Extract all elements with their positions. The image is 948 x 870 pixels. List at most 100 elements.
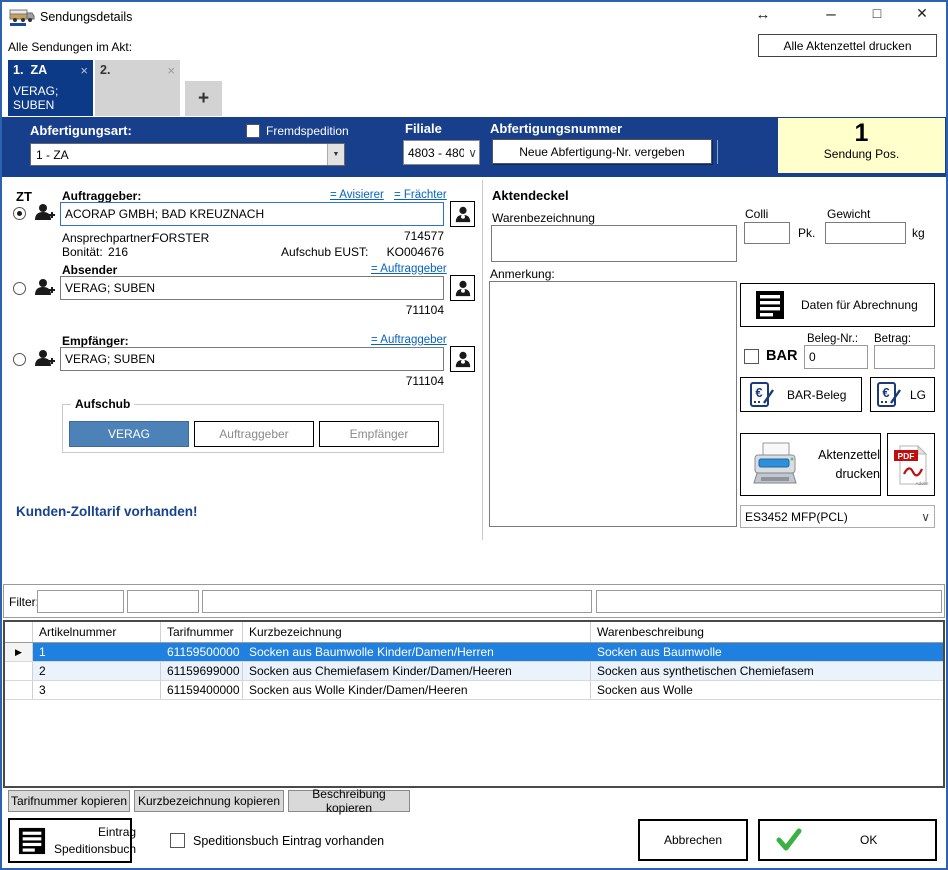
absender-label: Absender [62, 263, 117, 277]
tarifnummer-kopieren-button[interactable]: Tarifnummer kopieren [8, 790, 130, 812]
window-title: Sendungsdetails [40, 10, 132, 24]
filter-kurzbezeichnung-input[interactable] [202, 590, 592, 613]
daten-abrechnung-button[interactable]: Daten für Abrechnung [740, 283, 935, 327]
tab1-name-line1: VERAG; [13, 84, 88, 98]
colli-label: Colli [745, 207, 768, 221]
bar-checkbox[interactable] [744, 349, 759, 364]
colli-input[interactable] [744, 222, 790, 244]
tab-shipment-2[interactable]: 2. × [95, 60, 180, 116]
filter-bar: Filter: [3, 584, 945, 618]
sendungsdetails-window: Sendungsdetails ↔ – □ ✕ Alle Sendungen i… [0, 0, 948, 870]
aktenzettel-drucken-button[interactable]: Aktenzettel drucken [740, 433, 881, 496]
check-icon [776, 828, 802, 852]
eintrag-speditionsbuch-button[interactable]: Eintrag Speditionsbuch [8, 818, 132, 863]
header-kurzbezeichnung[interactable]: Kurzbezeichnung [243, 622, 591, 642]
minimize-button[interactable]: – [820, 4, 842, 24]
gewicht-input[interactable] [825, 222, 906, 244]
add-shipment-tab-button[interactable]: + [185, 81, 222, 116]
add-contact-icon[interactable] [33, 347, 57, 371]
svg-text:€: € [755, 385, 762, 400]
abfertigungsart-select[interactable]: 1 - ZA ▼ [30, 143, 345, 166]
betrag-label: Betrag: [874, 333, 911, 345]
fraechter-link[interactable]: = Frächter [394, 189, 447, 201]
filter-warenbeschreibung-input[interactable] [596, 590, 942, 613]
empfaenger-label: Empfänger: [62, 334, 129, 348]
filiale-select[interactable]: 4803 - 480 ∨ [403, 140, 480, 165]
empfaenger-radio[interactable] [13, 353, 26, 366]
lg-button[interactable]: € LG [870, 377, 935, 412]
absender-radio[interactable] [13, 282, 26, 295]
filiale-value: 4803 - 480 [408, 146, 464, 160]
cell-artikelnummer: 1 [33, 643, 161, 661]
kg-label: kg [912, 226, 925, 240]
abfertigungsart-label: Abfertigungsart: [30, 123, 132, 138]
beleg-nr-input[interactable] [804, 345, 868, 369]
empfaenger-auftraggeber-link[interactable]: = Auftraggeber [371, 334, 447, 346]
truck-icon [9, 7, 35, 27]
svg-text:€: € [882, 385, 889, 400]
fremdspedition-checkbox[interactable] [246, 124, 260, 138]
cell-tarifnummer: 61159400000 [161, 681, 243, 699]
header-tarifnummer[interactable]: Tarifnummer [161, 622, 243, 642]
ok-button[interactable]: OK [758, 819, 937, 861]
beschreibung-kopieren-button[interactable]: Beschreibung kopieren [288, 790, 410, 812]
maximize-button[interactable]: □ [866, 5, 888, 21]
table-row[interactable]: ▶ 1 61159500000 Socken aus Baumwolle Kin… [5, 643, 943, 662]
euro-receipt-icon: € [876, 382, 902, 408]
table-header-row: Artikelnummer Tarifnummer Kurzbezeichnun… [5, 622, 943, 643]
tab2-close-icon[interactable]: × [167, 63, 175, 78]
aufschub-verag-button[interactable]: VERAG [69, 421, 189, 447]
pdf-button[interactable]: PDF Adobe [887, 433, 935, 496]
empfaenger-contact-button[interactable] [450, 346, 475, 372]
header-artikelnummer[interactable]: Artikelnummer [33, 622, 161, 642]
header-selector [5, 622, 33, 642]
aufschub-empfaenger-button[interactable]: Empfänger [319, 421, 439, 447]
filter-label: Filter: [9, 595, 39, 609]
tab1-close-icon[interactable]: × [80, 63, 88, 78]
abbrechen-button[interactable]: Abbrechen [638, 819, 748, 861]
bar-beleg-button[interactable]: € BAR-Beleg [740, 377, 862, 412]
filiale-label: Filiale [405, 121, 442, 136]
tab1-type: ZA [30, 63, 80, 78]
table-row[interactable]: 3 61159400000 Socken aus Wolle Kinder/Da… [5, 681, 943, 700]
auftraggeber-input[interactable] [60, 202, 444, 226]
resize-icon[interactable]: ↔ [754, 6, 772, 23]
filter-artikelnummer-input[interactable] [37, 590, 124, 613]
printer-select[interactable]: ES3452 MFP(PCL) ∨ [740, 505, 935, 528]
add-contact-icon[interactable] [33, 201, 57, 225]
absender-input[interactable] [60, 276, 444, 300]
zt-label: ZT [16, 189, 32, 204]
aufschub-label: Aufschub [71, 397, 134, 411]
auftraggeber-contact-button[interactable] [450, 201, 475, 227]
absender-contact-button[interactable] [450, 275, 475, 301]
cell-artikelnummer: 3 [33, 681, 161, 699]
warenbezeichnung-input[interactable] [491, 225, 737, 262]
speditionsbuch-checkbox[interactable] [170, 833, 185, 848]
tab-shipment-1[interactable]: 1. ZA × VERAG; SUBEN [8, 60, 93, 116]
close-button[interactable]: ✕ [911, 5, 933, 22]
kurzbezeichnung-kopieren-button[interactable]: Kurzbezeichnung kopieren [134, 790, 284, 812]
kunden-zolltarif-note: Kunden-Zolltarif vorhanden! [16, 504, 198, 519]
header-warenbeschreibung[interactable]: Warenbeschreibung [591, 622, 943, 642]
chevron-down-icon: ∨ [464, 146, 477, 160]
filter-tarifnummer-input[interactable] [127, 590, 199, 613]
list-icon [755, 290, 785, 320]
empfaenger-input[interactable] [60, 347, 444, 371]
dropdown-arrow-icon[interactable]: ▼ [327, 144, 344, 165]
cell-tarifnummer: 61159699000 [161, 662, 243, 680]
auftraggeber-radio[interactable] [13, 207, 26, 220]
table-row[interactable]: 2 61159699000 Socken aus Chemiefasem Kin… [5, 662, 943, 681]
abfertigungsart-value: 1 - ZA [31, 148, 327, 162]
betrag-input[interactable] [874, 345, 935, 369]
anmerkung-textarea[interactable] [489, 281, 737, 527]
sendung-pos-value: 1 [778, 119, 945, 147]
aufschub-auftraggeber-button[interactable]: Auftraggeber [194, 421, 314, 447]
cell-warenbeschreibung: Socken aus Wolle [591, 681, 943, 699]
svg-text:PDF: PDF [898, 451, 915, 461]
avisierer-link[interactable]: = Avisierer [330, 189, 384, 201]
neue-abfertigung-button[interactable]: Neue Abfertigung-Nr. vergeben [492, 139, 712, 164]
absender-auftraggeber-link[interactable]: = Auftraggeber [371, 263, 447, 275]
add-contact-icon[interactable] [33, 276, 57, 300]
print-all-aktenzettel-button[interactable]: Alle Aktenzettel drucken [758, 34, 937, 57]
sendung-pos-box: 1 Sendung Pos. [778, 118, 945, 173]
